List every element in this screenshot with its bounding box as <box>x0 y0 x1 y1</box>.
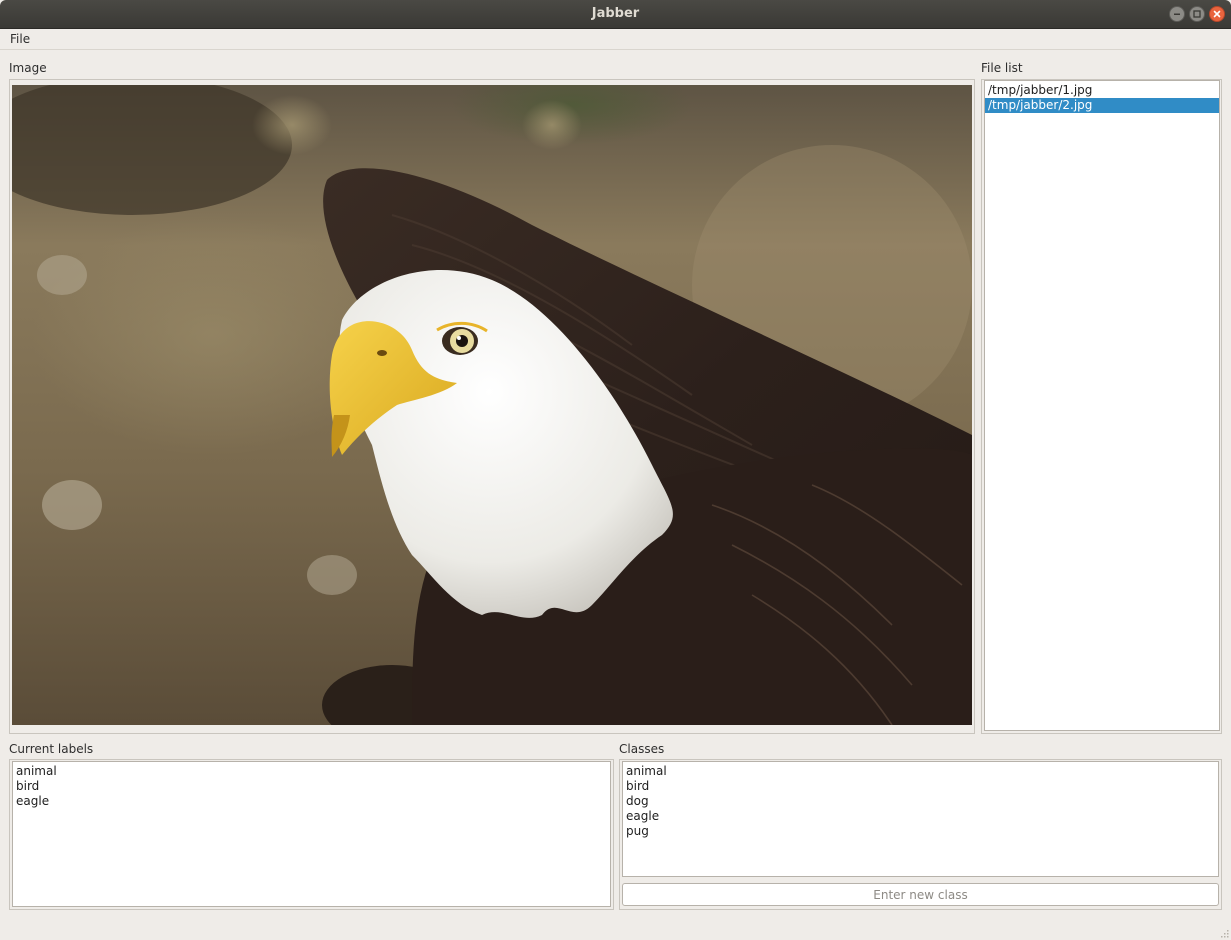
class-item[interactable]: dog <box>623 794 1218 809</box>
minimize-button[interactable] <box>1169 6 1185 22</box>
window-title: Jabber <box>591 6 640 21</box>
eagle-photo-illustration <box>12 85 972 725</box>
new-class-field[interactable] <box>622 883 1219 906</box>
label-item[interactable]: animal <box>13 764 610 779</box>
file-list-item-selected[interactable]: /tmp/jabber/2.jpg <box>985 98 1219 113</box>
classes-label: Classes <box>619 742 665 756</box>
resize-grip-icon[interactable] <box>1219 928 1229 938</box>
close-icon <box>1213 10 1221 18</box>
maximize-icon <box>1193 10 1201 18</box>
window-controls <box>1169 6 1225 22</box>
window-titlebar: Jabber <box>0 0 1231 29</box>
close-button[interactable] <box>1209 6 1225 22</box>
new-class-input[interactable] <box>623 884 1218 905</box>
classes-list[interactable]: animal bird dog eagle pug <box>622 761 1219 877</box>
file-list[interactable]: /tmp/jabber/1.jpg /tmp/jabber/2.jpg <box>984 80 1220 731</box>
class-item[interactable]: bird <box>623 779 1218 794</box>
maximize-button[interactable] <box>1189 6 1205 22</box>
label-item[interactable]: eagle <box>13 794 610 809</box>
class-item[interactable]: eagle <box>623 809 1218 824</box>
label-item[interactable]: bird <box>13 779 610 794</box>
class-item[interactable]: animal <box>623 764 1218 779</box>
eagle-image <box>12 85 972 725</box>
current-labels-list[interactable]: animal bird eagle <box>12 761 611 907</box>
class-item[interactable]: pug <box>623 824 1218 839</box>
minimize-icon <box>1174 13 1180 15</box>
file-list-label: File list <box>981 61 1023 75</box>
menubar: File <box>0 29 1231 50</box>
file-list-item[interactable]: /tmp/jabber/1.jpg <box>985 83 1219 98</box>
menu-file[interactable]: File <box>10 32 30 46</box>
current-labels-label: Current labels <box>9 742 94 756</box>
image-panel-label: Image <box>9 61 47 75</box>
